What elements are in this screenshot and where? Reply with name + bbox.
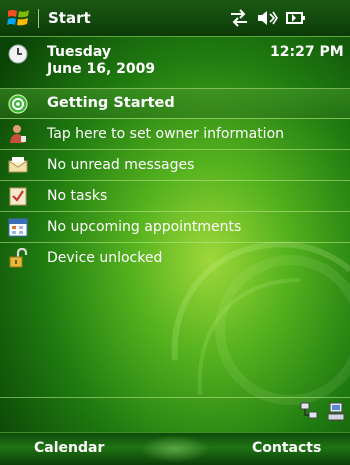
device-lock-label: Device unlocked [47, 250, 163, 266]
activesync-icon[interactable] [327, 402, 347, 422]
windows-start-icon[interactable] [6, 7, 32, 29]
messages-icon [8, 157, 28, 173]
calendar-icon [8, 218, 28, 237]
tasks-label: No tasks [47, 188, 108, 204]
owner-icon [10, 125, 26, 143]
title-separator [38, 9, 39, 28]
owner-info-item[interactable]: Tap here to set owner information [0, 119, 350, 150]
clock-icon [8, 44, 28, 64]
getting-started-icon [8, 94, 28, 114]
start-menu-title[interactable]: Start [48, 9, 91, 27]
appointments-item[interactable]: No upcoming appointments [0, 212, 350, 243]
volume-icon[interactable] [256, 8, 278, 28]
date-time-row[interactable]: Tuesday June 16, 2009 12:27 PM [0, 37, 350, 89]
getting-started-label: Getting Started [47, 95, 175, 111]
messages-label: No unread messages [47, 157, 195, 173]
unlock-icon [9, 248, 28, 268]
messages-item[interactable]: No unread messages [0, 150, 350, 181]
softkey-center-glow [140, 435, 210, 463]
owner-info-label: Tap here to set owner information [47, 126, 285, 142]
calendar-softkey[interactable]: Calendar [34, 440, 104, 456]
title-bar: Start [0, 0, 350, 37]
current-time: 12:27 PM [270, 44, 344, 60]
getting-started-item[interactable]: Getting Started [0, 89, 350, 119]
appointments-label: No upcoming appointments [47, 219, 242, 235]
date-day: Tuesday [47, 44, 111, 60]
device-lock-item[interactable]: Device unlocked [0, 243, 350, 273]
tasks-item[interactable]: No tasks [0, 181, 350, 212]
tasks-icon [9, 187, 27, 206]
contacts-softkey[interactable]: Contacts [252, 440, 321, 456]
softkey-bar: Calendar Contacts [0, 432, 350, 465]
date-full: June 16, 2009 [47, 61, 156, 77]
connectivity-icon[interactable] [228, 8, 250, 28]
network-icon[interactable] [300, 402, 318, 420]
battery-icon[interactable] [284, 8, 308, 28]
tray-divider [0, 397, 350, 398]
